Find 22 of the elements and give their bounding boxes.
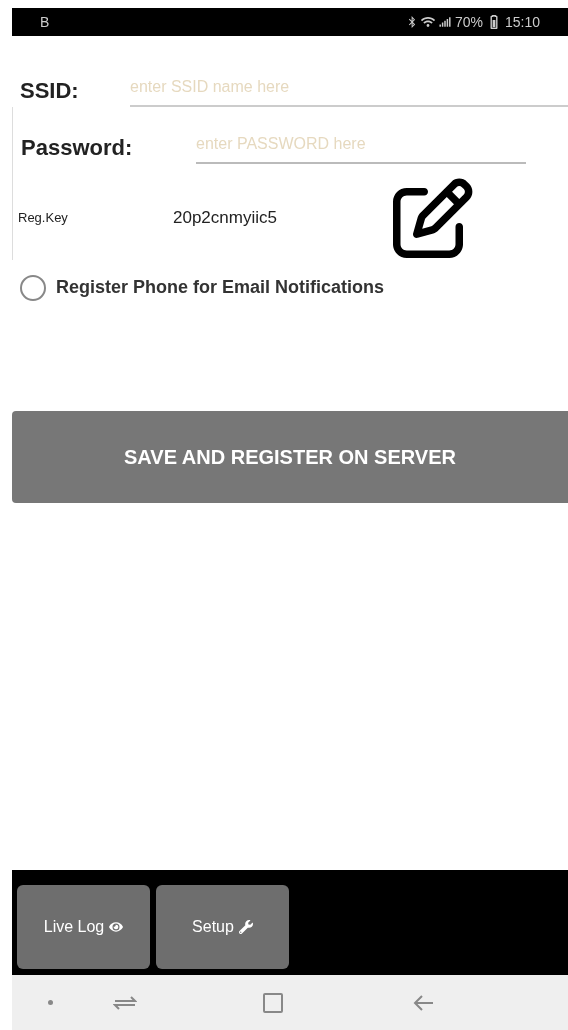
status-text: B bbox=[40, 12, 50, 32]
ssid-field[interactable]: enter SSID name here bbox=[130, 74, 568, 107]
password-label: Password: bbox=[21, 134, 134, 162]
save-button[interactable]: SAVE AND REGISTER ON SERVER bbox=[12, 411, 568, 503]
reg-key-value: 20p2cnmyiic5 bbox=[173, 207, 278, 230]
recent-apps-icon[interactable] bbox=[113, 993, 137, 1012]
back-icon[interactable] bbox=[413, 993, 435, 1012]
reg-key-label: Reg.Key bbox=[18, 209, 69, 228]
ssid-label: SSID: bbox=[20, 77, 80, 105]
wrench-icon bbox=[238, 920, 253, 934]
password-field[interactable]: enter PASSWORD here bbox=[196, 131, 526, 164]
battery-percent: 70% bbox=[454, 12, 483, 32]
home-icon[interactable] bbox=[263, 992, 283, 1013]
wifi-icon bbox=[420, 16, 435, 28]
email-radio-label: Register Phone for Email Notifications bbox=[56, 276, 385, 299]
eye-icon bbox=[109, 920, 124, 934]
email-radio[interactable] bbox=[20, 274, 46, 301]
status-time: 15:10 bbox=[504, 12, 540, 32]
bottom-tab[interactable]: Live Log bbox=[17, 885, 150, 969]
signal-icon bbox=[438, 16, 451, 28]
bluetooth-icon bbox=[406, 16, 417, 28]
bottom-tab[interactable]: Setup bbox=[156, 885, 289, 969]
